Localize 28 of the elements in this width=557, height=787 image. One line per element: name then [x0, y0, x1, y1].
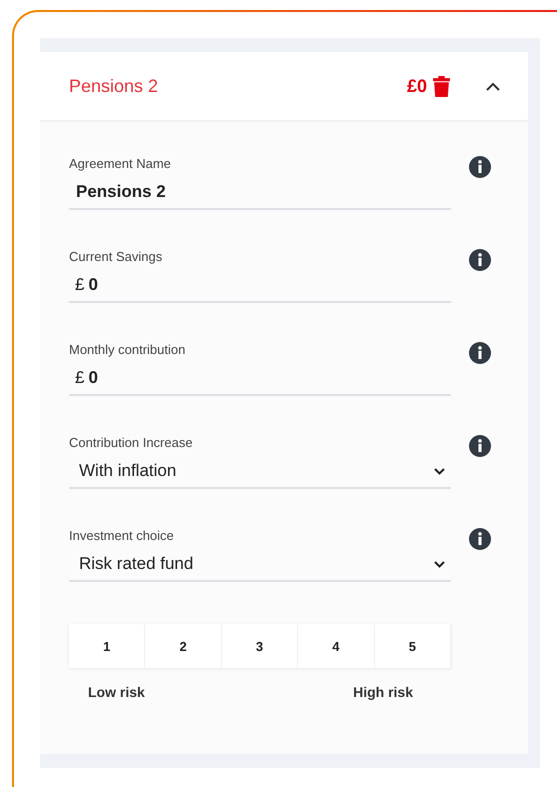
- input-field[interactable]: £ 0: [69, 271, 451, 303]
- risk-level-button[interactable]: 5: [374, 624, 452, 668]
- risk-level-button[interactable]: 2: [145, 624, 222, 668]
- field-label: Current Savings: [69, 249, 164, 266]
- info-icon[interactable]: [469, 435, 491, 457]
- risk-level-button[interactable]: 1: [69, 624, 146, 668]
- low-risk-label: Low risk: [88, 684, 145, 700]
- dropdown-field[interactable]: With inflation: [69, 457, 451, 489]
- dropdown-field[interactable]: Risk rated fund: [69, 550, 451, 582]
- info-icon[interactable]: [469, 528, 491, 550]
- field-label: Contribution Increase: [69, 435, 194, 452]
- chevron-icon[interactable]: [486, 82, 500, 90]
- info-icon[interactable]: [469, 249, 491, 271]
- risk-level-button[interactable]: 4: [298, 624, 375, 668]
- field-label: Agreement Name: [69, 156, 172, 173]
- caret-icon: [434, 560, 445, 568]
- panel-amount: £0: [406, 76, 427, 96]
- input-field[interactable]: Pensions 2: [69, 178, 451, 210]
- risk-level-button[interactable]: 3: [222, 624, 298, 668]
- panel-title: Pensions 2: [69, 76, 160, 96]
- high-risk-label: High risk: [353, 684, 413, 700]
- field-label: Monthly contribution: [69, 342, 186, 359]
- field-label: Investment choice: [69, 528, 175, 545]
- input-field[interactable]: £ 0: [69, 364, 451, 396]
- info-icon[interactable]: [469, 156, 491, 178]
- info-icon[interactable]: [469, 342, 491, 364]
- trash-icon[interactable]: [433, 76, 450, 96]
- caret-icon: [434, 468, 445, 474]
